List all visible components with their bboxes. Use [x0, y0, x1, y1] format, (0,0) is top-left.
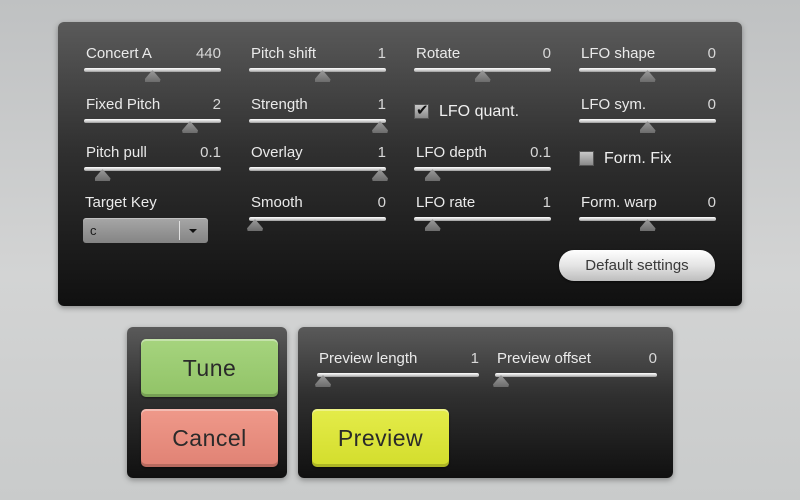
strength-label: Strength	[251, 96, 308, 113]
concert-a-slider[interactable]: Concert A 440	[84, 45, 221, 85]
lfo-quant-checkbox[interactable]: ✔ LFO quant.	[414, 102, 554, 124]
target-key-label: Target Key	[85, 194, 157, 211]
pitch-shift-slider[interactable]: Pitch shift 1	[249, 45, 386, 85]
preview-length-value: 1	[470, 350, 479, 367]
preview-panel: Preview length 1 Preview offset 0 Previe…	[298, 327, 673, 478]
target-key-value: c	[90, 223, 97, 238]
target-key-dropdown[interactable]: c	[83, 218, 208, 243]
slider-track[interactable]	[84, 167, 221, 171]
lfo-depth-label: LFO depth	[416, 144, 487, 161]
lfo-depth-value: 0.1	[530, 144, 551, 161]
slider-track[interactable]	[414, 217, 551, 221]
lfo-rate-slider[interactable]: LFO rate 1	[414, 194, 551, 234]
preview-button[interactable]: Preview	[312, 409, 449, 467]
fixed-pitch-value: 2	[212, 96, 221, 113]
strength-slider[interactable]: Strength 1	[249, 96, 388, 136]
fixed-pitch-slider[interactable]: Fixed Pitch 2	[84, 96, 221, 136]
form-warp-slider[interactable]: Form. warp 0	[579, 194, 716, 234]
chevron-down-icon[interactable]	[189, 229, 197, 233]
rotate-label: Rotate	[416, 45, 461, 62]
preview-offset-value: 0	[648, 350, 657, 367]
form-fix-checkbox[interactable]: Form. Fix	[579, 149, 699, 171]
preview-offset-label: Preview offset	[497, 350, 591, 367]
smooth-value: 0	[377, 194, 386, 211]
lfo-sym-value: 0	[707, 96, 716, 113]
form-warp-value: 0	[707, 194, 716, 211]
lfo-depth-slider[interactable]: LFO depth 0.1	[414, 144, 551, 184]
form-fix-label: Form. Fix	[604, 150, 672, 167]
slider-track[interactable]	[414, 167, 551, 171]
checkmark-icon: ✔	[416, 102, 429, 119]
slider-track[interactable]	[249, 119, 386, 123]
overlay-value: 1	[377, 144, 386, 161]
lfo-shape-value: 0	[707, 45, 716, 62]
lfo-rate-value: 1	[542, 194, 551, 211]
slider-track[interactable]	[249, 68, 386, 72]
concert-a-value: 440	[195, 45, 221, 62]
lfo-shape-slider[interactable]: LFO shape 0	[579, 45, 716, 85]
fixed-pitch-label: Fixed Pitch	[86, 96, 161, 113]
concert-a-label: Concert A	[86, 45, 152, 62]
slider-track[interactable]	[495, 373, 657, 377]
checkbox-box[interactable]	[579, 151, 594, 166]
pitch-pull-label: Pitch pull	[86, 144, 147, 161]
main-settings-panel: Concert A 440 Fixed Pitch 2 Pitch pull 0…	[58, 22, 742, 306]
pitch-shift-value: 1	[377, 45, 386, 62]
lfo-rate-label: LFO rate	[416, 194, 476, 211]
form-warp-label: Form. warp	[581, 194, 657, 211]
tune-button[interactable]: Tune	[141, 339, 278, 397]
smooth-slider[interactable]: Smooth 0	[247, 194, 386, 234]
checkbox-box[interactable]: ✔	[414, 102, 429, 119]
lfo-quant-label: LFO quant.	[439, 103, 520, 120]
rotate-slider[interactable]: Rotate 0	[414, 45, 551, 85]
cancel-button[interactable]: Cancel	[141, 409, 278, 467]
slider-track[interactable]	[249, 217, 386, 221]
pitch-shift-label: Pitch shift	[251, 45, 317, 62]
preview-offset-slider[interactable]: Preview offset 0	[493, 350, 657, 390]
action-panel: Tune Cancel	[127, 327, 287, 478]
slider-track[interactable]	[317, 373, 479, 377]
slider-track[interactable]	[84, 119, 221, 123]
smooth-label: Smooth	[251, 194, 303, 211]
dropdown-separator	[179, 221, 180, 240]
lfo-sym-slider[interactable]: LFO sym. 0	[579, 96, 716, 136]
pitch-pull-value: 0.1	[200, 144, 221, 161]
lfo-sym-label: LFO sym.	[581, 96, 647, 113]
preview-length-label: Preview length	[319, 350, 418, 367]
lfo-shape-label: LFO shape	[581, 45, 656, 62]
default-settings-button[interactable]: Default settings	[559, 250, 715, 281]
preview-length-slider[interactable]: Preview length 1	[315, 350, 479, 390]
pitch-pull-slider[interactable]: Pitch pull 0.1	[84, 144, 221, 184]
rotate-value: 0	[542, 45, 551, 62]
slider-track[interactable]	[249, 167, 386, 171]
strength-value: 1	[377, 96, 386, 113]
overlay-label: Overlay	[251, 144, 303, 161]
overlay-slider[interactable]: Overlay 1	[249, 144, 388, 184]
